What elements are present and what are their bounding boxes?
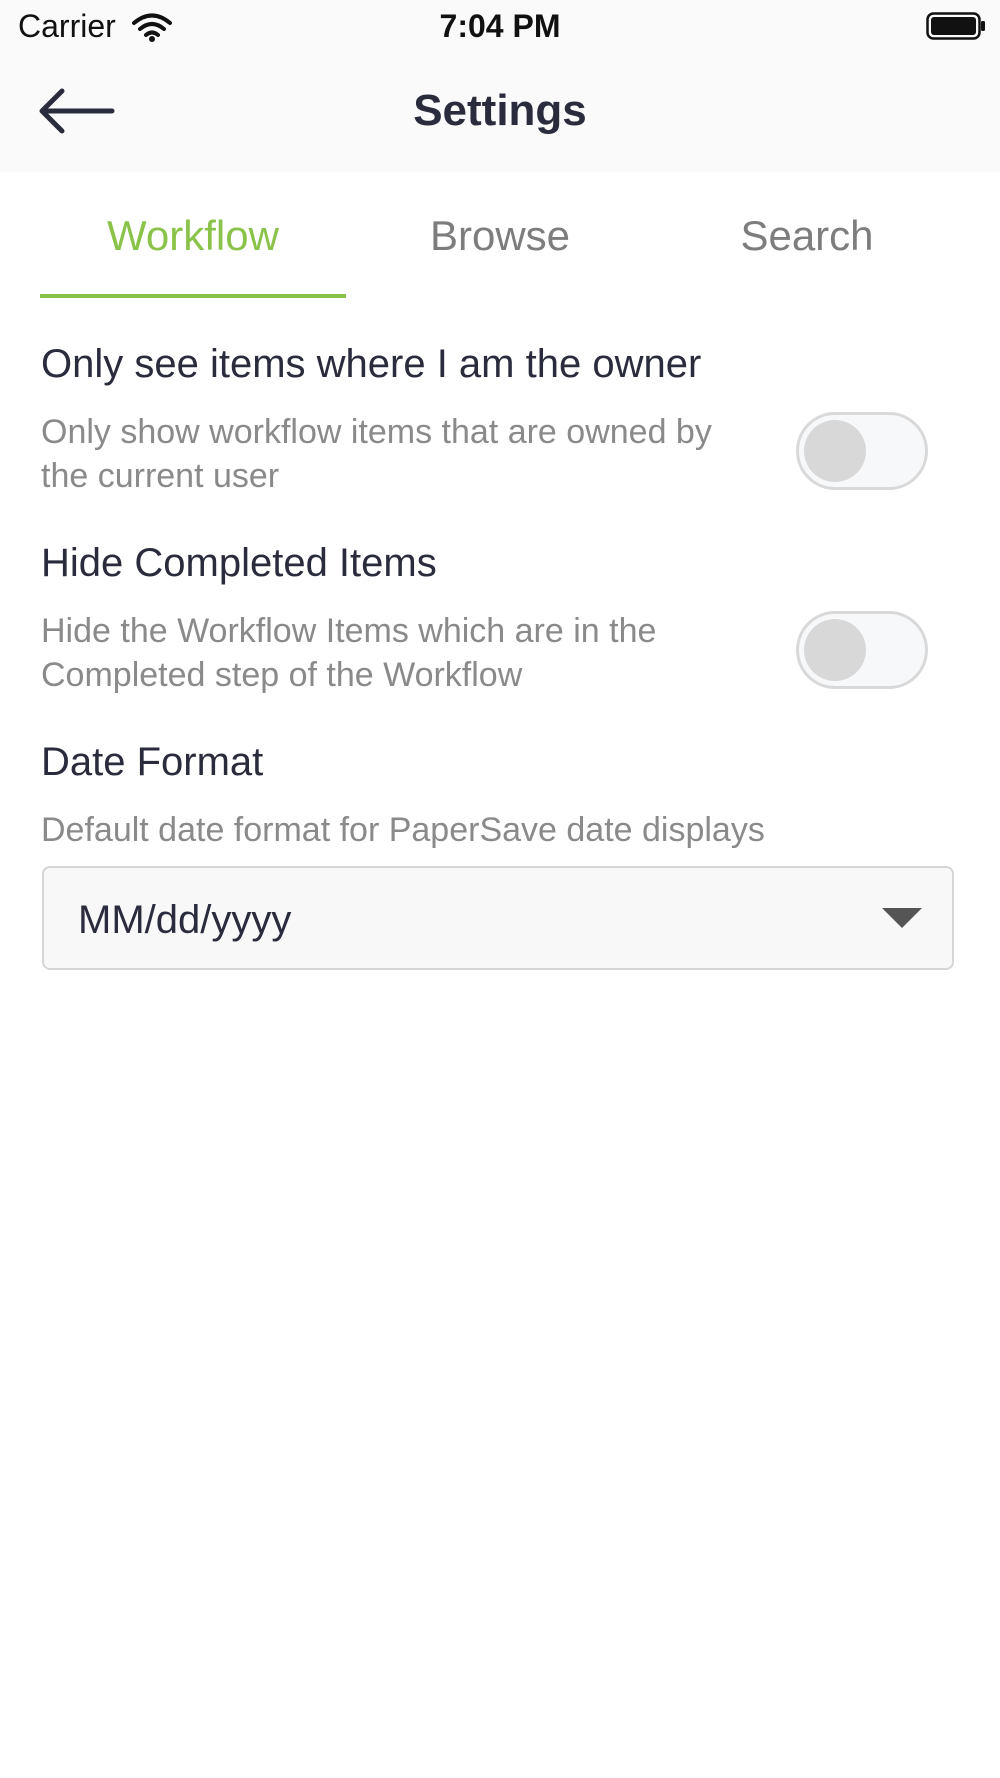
owner-only-toggle[interactable] xyxy=(796,412,928,490)
status-bar: Carrier 7:04 PM xyxy=(0,0,1000,56)
hide-completed-toggle[interactable] xyxy=(796,611,928,689)
owner-only-description: Only show workflow items that are owned … xyxy=(41,413,712,495)
tab-browse[interactable]: Browse xyxy=(347,212,653,260)
date-format-description: Default date format for PaperSave date d… xyxy=(41,811,765,849)
date-format-title: Date Format xyxy=(41,740,264,784)
page-title: Settings xyxy=(413,86,587,135)
tab-search[interactable]: Search xyxy=(654,212,960,260)
hide-completed-title: Hide Completed Items xyxy=(41,541,437,585)
caret-down-icon xyxy=(882,908,922,928)
date-format-select[interactable]: MM/dd/yyyy xyxy=(42,866,954,970)
status-time: 7:04 PM xyxy=(439,8,561,44)
toggle-knob xyxy=(804,619,866,681)
battery-icon xyxy=(926,12,985,40)
settings-tabs: Workflow Browse Search xyxy=(0,172,1000,302)
app-header: Settings xyxy=(0,56,1000,172)
date-format-value: MM/dd/yyyy xyxy=(78,898,292,942)
owner-only-title: Only see items where I am the owner xyxy=(41,342,702,386)
tab-workflow[interactable]: Workflow xyxy=(40,212,346,260)
active-tab-indicator xyxy=(40,294,346,298)
toggle-knob xyxy=(804,420,866,482)
hide-completed-description: Hide the Workflow Items which are in the… xyxy=(41,612,657,694)
